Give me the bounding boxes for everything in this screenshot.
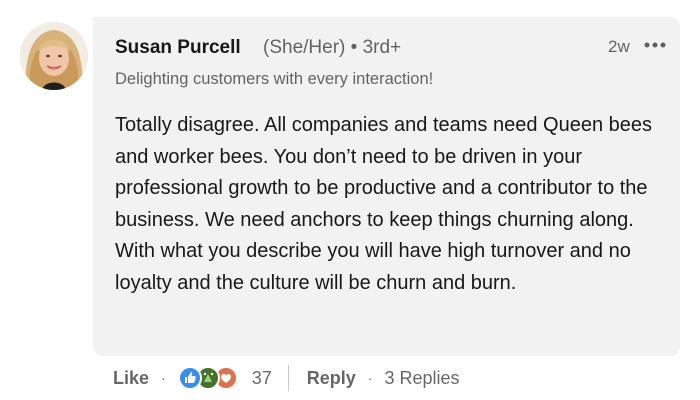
comment-body: Totally disagree. All companies and team…	[115, 114, 653, 294]
reply-button[interactable]: Reply	[307, 368, 356, 389]
like-button[interactable]: Like	[113, 368, 149, 389]
comment-bubble: Susan Purcell (She/Her) • 3rd+ Delightin…	[93, 17, 680, 356]
comment-actions: Like · 37 Reply · 3 Replies	[113, 364, 459, 392]
separator-dot: ·	[367, 370, 373, 386]
avatar[interactable]	[20, 22, 88, 90]
replies-count-link[interactable]: 3 Replies	[384, 368, 459, 389]
author-name[interactable]: Susan Purcell	[115, 37, 241, 59]
like-icon	[177, 366, 202, 390]
reaction-count[interactable]: 37	[252, 368, 272, 389]
separator-dot: ·	[161, 370, 166, 386]
profile-photo-icon	[20, 22, 88, 90]
author-pronoun-degree: (She/Her) • 3rd+	[263, 37, 402, 58]
author-headline: Delighting customers with every interact…	[115, 70, 434, 88]
reactions-summary[interactable]	[177, 365, 246, 391]
more-options-icon[interactable]	[640, 35, 670, 55]
comment-timestamp: 2w	[608, 37, 630, 56]
action-divider	[287, 365, 289, 391]
